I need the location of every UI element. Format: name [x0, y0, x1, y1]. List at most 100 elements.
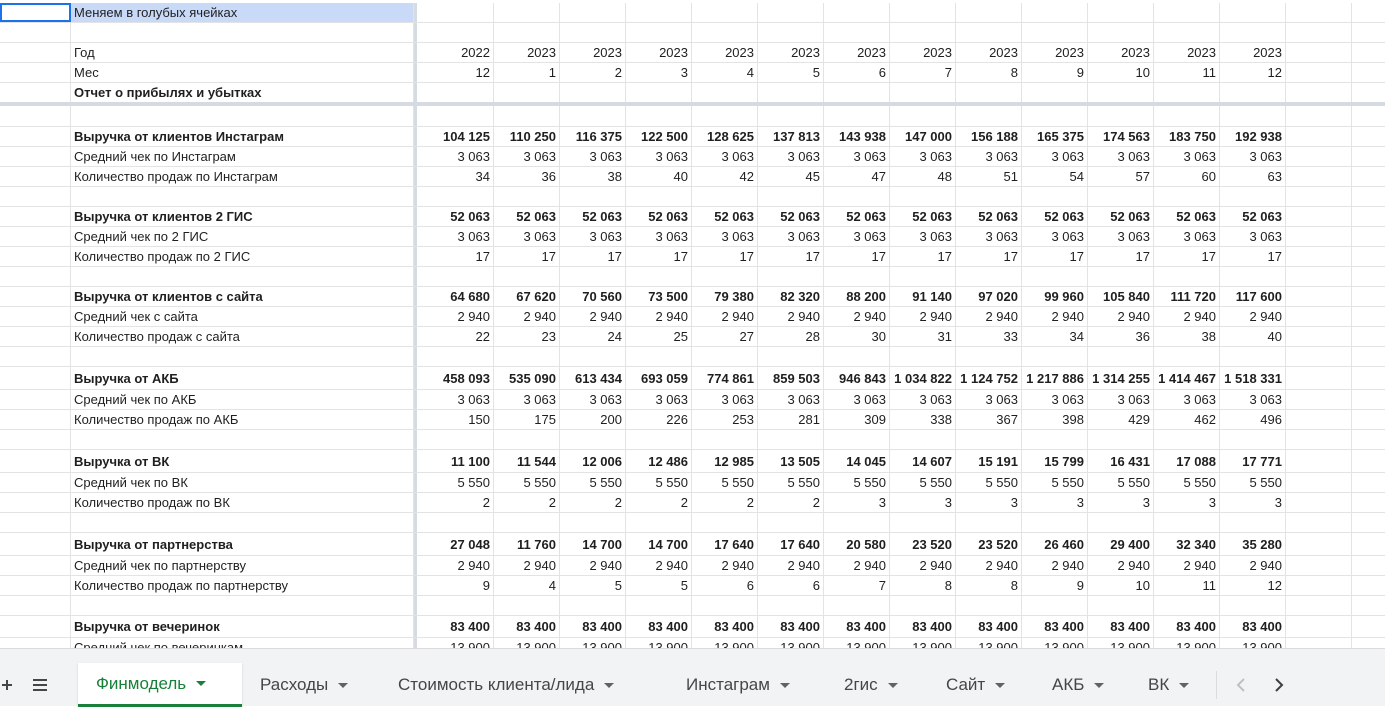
cell[interactable]: [1352, 187, 1385, 206]
cell[interactable]: [0, 513, 71, 532]
value-cell[interactable]: [1022, 187, 1088, 206]
value-cell[interactable]: 52 063: [417, 207, 494, 226]
value-cell[interactable]: 83 400: [1022, 616, 1088, 637]
value-cell[interactable]: 30: [824, 327, 890, 346]
value-cell[interactable]: [417, 187, 494, 206]
value-cell[interactable]: 12 486: [626, 450, 692, 472]
value-cell[interactable]: [1088, 513, 1154, 532]
value-cell[interactable]: 52 063: [494, 207, 560, 226]
chevron-down-icon[interactable]: [338, 682, 349, 688]
value-cell[interactable]: 3 063: [1022, 390, 1088, 409]
value-cell[interactable]: 2 940: [560, 556, 626, 575]
chevron-down-icon[interactable]: [887, 682, 898, 688]
cell[interactable]: [0, 23, 71, 42]
value-cell[interactable]: 2 940: [417, 307, 494, 326]
value-cell[interactable]: [758, 83, 824, 102]
row-label-cell[interactable]: Выручка от партнерства: [71, 533, 414, 555]
value-cell[interactable]: [1154, 106, 1220, 126]
value-cell[interactable]: [824, 83, 890, 102]
value-cell[interactable]: [692, 106, 758, 126]
row-label-cell[interactable]: Количество продаж с сайта: [71, 327, 414, 346]
value-cell[interactable]: 17: [1088, 247, 1154, 266]
value-cell[interactable]: 3 063: [560, 147, 626, 166]
value-cell[interactable]: 83 400: [956, 616, 1022, 637]
row-label-cell[interactable]: Выручка от клиентов Инстаграм: [71, 127, 414, 146]
value-cell[interactable]: 3 063: [692, 390, 758, 409]
value-cell[interactable]: [417, 347, 494, 366]
row-label-cell[interactable]: Средний чек по АКБ: [71, 390, 414, 409]
value-cell[interactable]: [758, 3, 824, 22]
value-cell[interactable]: [1154, 83, 1220, 102]
row-label-cell[interactable]: Средний чек по ВК: [71, 473, 414, 492]
value-cell[interactable]: 2 940: [494, 307, 560, 326]
row-label-cell[interactable]: Выручка от ВК: [71, 450, 414, 472]
value-cell[interactable]: 2022: [417, 43, 494, 62]
value-cell[interactable]: [560, 23, 626, 42]
value-cell[interactable]: 5 550: [1022, 473, 1088, 492]
value-cell[interactable]: 111 720: [1154, 287, 1220, 306]
value-cell[interactable]: 192 938: [1220, 127, 1286, 146]
value-cell[interactable]: 3 063: [1220, 390, 1286, 409]
value-cell[interactable]: 143 938: [824, 127, 890, 146]
value-cell[interactable]: [692, 187, 758, 206]
value-cell[interactable]: 16 431: [1088, 450, 1154, 472]
value-cell[interactable]: 3 063: [1154, 147, 1220, 166]
row-label-cell[interactable]: Год: [71, 43, 414, 62]
value-cell[interactable]: 2 940: [758, 307, 824, 326]
value-cell[interactable]: 3 063: [890, 390, 956, 409]
value-cell[interactable]: 11 760: [494, 533, 560, 555]
value-cell[interactable]: [1154, 430, 1220, 449]
cell[interactable]: [1352, 287, 1385, 306]
value-cell[interactable]: [956, 596, 1022, 615]
value-cell[interactable]: 17 088: [1154, 450, 1220, 472]
value-cell[interactable]: 2: [560, 63, 626, 82]
value-cell[interactable]: [890, 23, 956, 42]
value-cell[interactable]: 3 063: [560, 227, 626, 246]
value-cell[interactable]: 83 400: [494, 616, 560, 637]
cell[interactable]: [1286, 493, 1352, 512]
cell[interactable]: [1352, 247, 1385, 266]
value-cell[interactable]: 3: [1220, 493, 1286, 512]
value-cell[interactable]: 2 940: [560, 307, 626, 326]
value-cell[interactable]: 13 900: [824, 638, 890, 648]
value-cell[interactable]: [560, 106, 626, 126]
value-cell[interactable]: 11 100: [417, 450, 494, 472]
value-cell[interactable]: 51: [956, 167, 1022, 186]
chevron-right-icon[interactable]: [1267, 663, 1291, 707]
value-cell[interactable]: 11: [1154, 63, 1220, 82]
value-cell[interactable]: 2 940: [890, 556, 956, 575]
value-cell[interactable]: 3 063: [956, 227, 1022, 246]
value-cell[interactable]: 3: [890, 493, 956, 512]
value-cell[interactable]: [417, 3, 494, 22]
value-cell[interactable]: [1088, 23, 1154, 42]
value-cell[interactable]: [890, 187, 956, 206]
cell[interactable]: [1286, 533, 1352, 555]
value-cell[interactable]: 4: [494, 576, 560, 595]
chevron-down-icon[interactable]: [196, 681, 207, 686]
cell[interactable]: [0, 430, 71, 449]
cell[interactable]: [1352, 533, 1385, 555]
value-cell[interactable]: [824, 187, 890, 206]
value-cell[interactable]: [890, 106, 956, 126]
value-cell[interactable]: [1220, 3, 1286, 22]
row-label-cell[interactable]: Количество продаж по 2 ГИС: [71, 247, 414, 266]
value-cell[interactable]: [1022, 430, 1088, 449]
value-cell[interactable]: 14 607: [890, 450, 956, 472]
value-cell[interactable]: 226: [626, 410, 692, 429]
value-cell[interactable]: 946 843: [824, 367, 890, 389]
value-cell[interactable]: 3 063: [1022, 147, 1088, 166]
row-label-cell[interactable]: [71, 347, 414, 366]
cell[interactable]: [0, 267, 71, 286]
value-cell[interactable]: 13 900: [1088, 638, 1154, 648]
cell[interactable]: [1352, 556, 1385, 575]
value-cell[interactable]: 91 140: [890, 287, 956, 306]
value-cell[interactable]: 3: [1088, 493, 1154, 512]
value-cell[interactable]: 3 063: [1154, 227, 1220, 246]
value-cell[interactable]: 122 500: [626, 127, 692, 146]
value-cell[interactable]: [1088, 187, 1154, 206]
value-cell[interactable]: 38: [1154, 327, 1220, 346]
value-cell[interactable]: [1088, 347, 1154, 366]
value-cell[interactable]: 2023: [1088, 43, 1154, 62]
value-cell[interactable]: 2 940: [890, 307, 956, 326]
value-cell[interactable]: 462: [1154, 410, 1220, 429]
